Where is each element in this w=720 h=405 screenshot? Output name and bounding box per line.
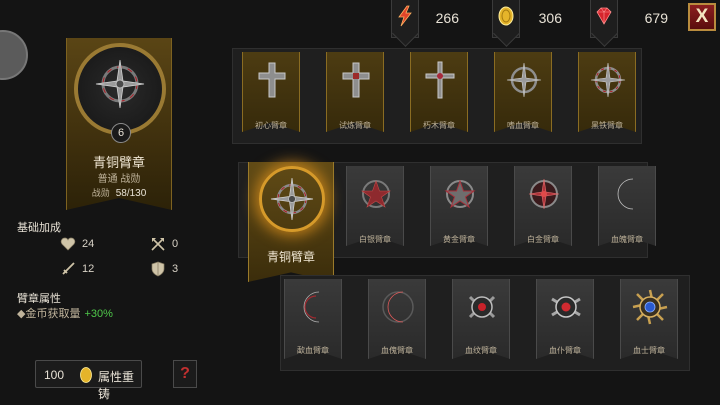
red-compass-star-emblem-icon — [590, 62, 626, 98]
ornate-cross-emblem-icon — [342, 62, 370, 98]
energy-icon — [398, 5, 412, 27]
blue-orb-emblem-icon — [632, 289, 668, 325]
merit-progress: 战勋 58/130 — [66, 186, 172, 199]
armband-label: 朽木臂章 — [423, 121, 455, 130]
armband-label: 血士臂章 — [633, 346, 665, 355]
merit-value: 58/130 — [115, 188, 147, 199]
armband-label: 初心臂章 — [255, 121, 287, 130]
compass-star-emblem-icon — [506, 62, 542, 98]
stat-attack-value: 12 — [82, 263, 95, 275]
armband-label: 歃血臂章 — [297, 346, 329, 355]
attribute-bonus: +30% — [84, 308, 113, 320]
close-button[interactable]: X — [688, 3, 716, 31]
thorned-cross-emblem-icon — [425, 61, 455, 99]
sword-icon — [62, 262, 75, 275]
armband-label: 青铜臂章 — [266, 250, 315, 264]
bronze-armband-emblem-icon — [270, 177, 314, 221]
crimson-star-emblem-icon — [528, 178, 560, 210]
blood-crescent-emblem-icon — [303, 291, 320, 323]
armband-label: 血纹臂章 — [465, 346, 497, 355]
gem-value: 679 — [644, 10, 668, 26]
stat-hp-value: 24 — [82, 238, 95, 250]
pentagram-emblem-icon — [444, 179, 476, 209]
armband-label: 血仆臂章 — [549, 346, 581, 355]
attribute-line: ◆金币获取量 +30% — [17, 305, 113, 321]
gold-coin-icon — [498, 6, 514, 26]
help-button[interactable]: ? — [173, 360, 197, 388]
gold-coin-icon — [80, 367, 92, 383]
armband-label: 试炼臂章 — [339, 121, 371, 130]
level-badge: 6 — [111, 123, 131, 143]
crossed-axes-icon — [151, 238, 165, 251]
armband-label: 血魄臂章 — [611, 235, 643, 244]
armband-label: 白金臂章 — [527, 235, 559, 244]
merit-label: 战勋 — [91, 188, 110, 198]
stat-attack-speed-value: 0 — [172, 238, 179, 250]
selected-armband-tags: 普通 战勋 — [97, 174, 141, 185]
red-orb-emblem-icon — [468, 295, 496, 319]
ruby-gem-icon — [596, 7, 612, 25]
currency-bar: 266 306 679 X — [0, 0, 720, 38]
attribute-text: ◆金币获取量 — [17, 308, 81, 320]
armband-label: 黄金臂章 — [443, 235, 475, 244]
red-crescent-emblem-icon — [382, 291, 414, 323]
selected-armband-name: 青铜臂章 — [92, 155, 145, 170]
heart-icon — [60, 237, 76, 251]
armband-label: 白银臂章 — [359, 235, 391, 244]
reforge-button[interactable]: 100 属性重铸 — [35, 360, 142, 401]
reforge-cost: 100 — [44, 368, 65, 382]
shield-icon — [151, 261, 165, 277]
attributes-title: 臂章属性 — [17, 293, 61, 305]
cross-emblem-icon — [258, 62, 286, 98]
stat-defense-value: 3 — [172, 263, 179, 275]
armband-label: 黑铁臂章 — [591, 121, 623, 130]
pentagram-emblem-icon — [361, 180, 391, 208]
armband-label: 血傀臂章 — [381, 346, 413, 355]
bronze-armband-emblem-icon — [95, 59, 145, 109]
crescent-moon-emblem-icon — [617, 178, 634, 210]
base-stats-title: 基础加成 — [17, 222, 61, 234]
reforge-label: 属性重铸 — [98, 370, 135, 401]
red-orb-emblem-icon — [551, 296, 581, 318]
armband-label: 嗜血臂章 — [507, 121, 539, 130]
avatar[interactable] — [0, 30, 28, 80]
